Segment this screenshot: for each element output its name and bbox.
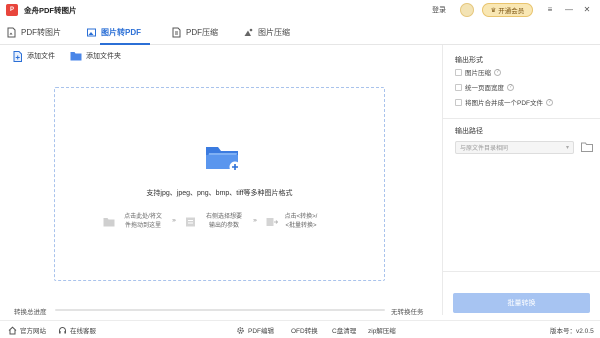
step-arrow: ››› bbox=[253, 218, 257, 224]
footer-link-label: C盘清理 bbox=[332, 328, 357, 335]
footer-link-c-drive[interactable]: C盘清理 bbox=[332, 325, 356, 335]
add-folder-icon bbox=[70, 52, 82, 61]
output-format-title: 输出形式 bbox=[455, 57, 483, 64]
footer: 官方网站 在线客服 PDF编辑 OFD转换 C盘清理 zip解压缩 版本号：v2… bbox=[0, 320, 600, 338]
tab-pdf-compress[interactable]: PDF压缩 bbox=[171, 20, 218, 45]
tab-label: PDF转图片 bbox=[21, 28, 61, 37]
browse-folder-icon[interactable] bbox=[581, 142, 593, 152]
drag-file-icon bbox=[103, 218, 115, 227]
option-label: 统一页面宽度 bbox=[465, 85, 504, 92]
footer-link-ofd[interactable]: OFD转换 bbox=[291, 325, 318, 335]
image-compress-icon bbox=[243, 27, 254, 38]
option-label: 将图片合并成一个PDF文件 bbox=[465, 100, 543, 107]
add-file-button[interactable]: 添加文件 bbox=[13, 50, 55, 62]
official-site-label: 官方网站 bbox=[20, 328, 46, 335]
home-icon bbox=[8, 326, 17, 334]
checkbox[interactable] bbox=[455, 98, 462, 106]
footer-link-label: PDF编辑 bbox=[248, 328, 274, 335]
usage-steps: 点击此处/将文 件拖动到这里 ››› 右侧选择想要 输出的参数 ››› 点击<转… bbox=[103, 213, 353, 237]
footer-link-zip[interactable]: zip解压缩 bbox=[368, 325, 396, 335]
official-site-link[interactable]: 官方网站 bbox=[8, 325, 46, 335]
image-to-pdf-icon bbox=[86, 27, 97, 38]
vip-button-label: 开通会员 bbox=[498, 8, 525, 15]
divider bbox=[443, 118, 600, 119]
footer-link-pdf-edit[interactable]: PDF编辑 bbox=[236, 325, 274, 335]
tab-pdf-to-image[interactable]: PDF转图片 bbox=[6, 20, 61, 45]
file-drop-zone[interactable]: 支持jpg、jpeg、png、bmp、tiff等多种图片格式 点击此处/将文 件… bbox=[54, 87, 385, 281]
chevron-down-icon: ▾ bbox=[565, 145, 569, 151]
minimize-icon[interactable]: — bbox=[563, 4, 575, 16]
output-path-value: 与原文件目录相同 bbox=[460, 146, 509, 152]
tab-label: 图片压缩 bbox=[258, 28, 290, 37]
help-icon[interactable]: ? bbox=[507, 83, 514, 91]
pdf-to-image-icon bbox=[6, 27, 17, 38]
crown-icon: ♛ bbox=[490, 7, 497, 14]
step-2-text: 右侧选择想要 输出的参数 bbox=[205, 214, 242, 229]
option-image-compress[interactable]: 图片压缩 ? bbox=[455, 67, 501, 77]
tab-label: PDF压缩 bbox=[186, 28, 218, 37]
app-logo: P bbox=[6, 4, 18, 16]
convert-icon bbox=[266, 218, 278, 226]
tab-label: 图片转PDF bbox=[101, 28, 141, 37]
batch-convert-button[interactable]: 批量转换 bbox=[453, 293, 590, 313]
divider bbox=[443, 271, 600, 272]
login-link[interactable]: 登录 bbox=[432, 5, 446, 15]
avatar[interactable] bbox=[460, 3, 474, 17]
version-text: 版本号：v2.0.5 bbox=[550, 328, 594, 335]
tab-image-compress[interactable]: 图片压缩 bbox=[243, 20, 290, 45]
option-merge-pdf[interactable]: 将图片合并成一个PDF文件 ? bbox=[455, 97, 553, 107]
settings-doc-icon bbox=[186, 217, 195, 227]
folder-add-icon bbox=[206, 147, 241, 173]
vip-button[interactable]: ♛ 开通会员 bbox=[482, 3, 533, 17]
add-file-label: 添加文件 bbox=[27, 53, 55, 60]
supported-formats-text: 支持jpg、jpeg、png、bmp、tiff等多种图片格式 bbox=[146, 190, 293, 197]
option-uniform-width[interactable]: 统一页面宽度 ? bbox=[455, 82, 514, 92]
help-icon[interactable]: ? bbox=[546, 98, 553, 106]
option-label: 图片压缩 bbox=[465, 70, 491, 77]
online-service-link[interactable]: 在线客服 bbox=[58, 325, 96, 335]
output-path-select[interactable]: 与原文件目录相同 ▾ bbox=[455, 141, 574, 154]
title-bar: P 金舟PDF转图片 登录 ♛ 开通会员 ≡ — ✕ bbox=[0, 0, 600, 20]
step-arrow: ››› bbox=[172, 218, 176, 224]
menu-icon[interactable]: ≡ bbox=[544, 4, 556, 16]
online-service-label: 在线客服 bbox=[70, 328, 96, 335]
checkbox[interactable] bbox=[455, 68, 462, 76]
gear-icon bbox=[237, 326, 244, 334]
progress-status: 无转换任务 bbox=[391, 309, 424, 316]
progress-label: 转换总进度 bbox=[14, 309, 47, 316]
version-label: 版本号：v2.0.5 bbox=[550, 325, 594, 335]
output-path-title: 输出路径 bbox=[455, 128, 483, 135]
help-icon[interactable]: ? bbox=[494, 68, 501, 76]
add-folder-button[interactable]: 添加文件夹 bbox=[70, 50, 121, 62]
tab-bar: PDF转图片 图片转PDF PDF压缩 图片压缩 bbox=[0, 20, 600, 45]
step-3-text: 点击<转换>/ <批量转换> bbox=[284, 214, 318, 229]
pdf-compress-icon bbox=[171, 27, 182, 38]
add-folder-label: 添加文件夹 bbox=[86, 53, 121, 60]
progress-bar bbox=[55, 309, 385, 311]
headset-icon bbox=[59, 326, 66, 333]
footer-link-label: zip解压缩 bbox=[368, 328, 396, 335]
step-1-text: 点击此处/将文 件拖动到这里 bbox=[124, 214, 162, 229]
tab-image-to-pdf[interactable]: 图片转PDF bbox=[86, 20, 150, 45]
add-file-icon bbox=[13, 50, 22, 62]
app-title: 金舟PDF转图片 bbox=[24, 6, 77, 15]
checkbox[interactable] bbox=[455, 83, 462, 91]
close-icon[interactable]: ✕ bbox=[581, 4, 593, 16]
settings-panel: 输出形式 图片压缩 ? 统一页面宽度 ? 将图片合并成一个PDF文件 ? 输出路… bbox=[442, 45, 600, 315]
footer-link-label: OFD转换 bbox=[291, 328, 318, 335]
